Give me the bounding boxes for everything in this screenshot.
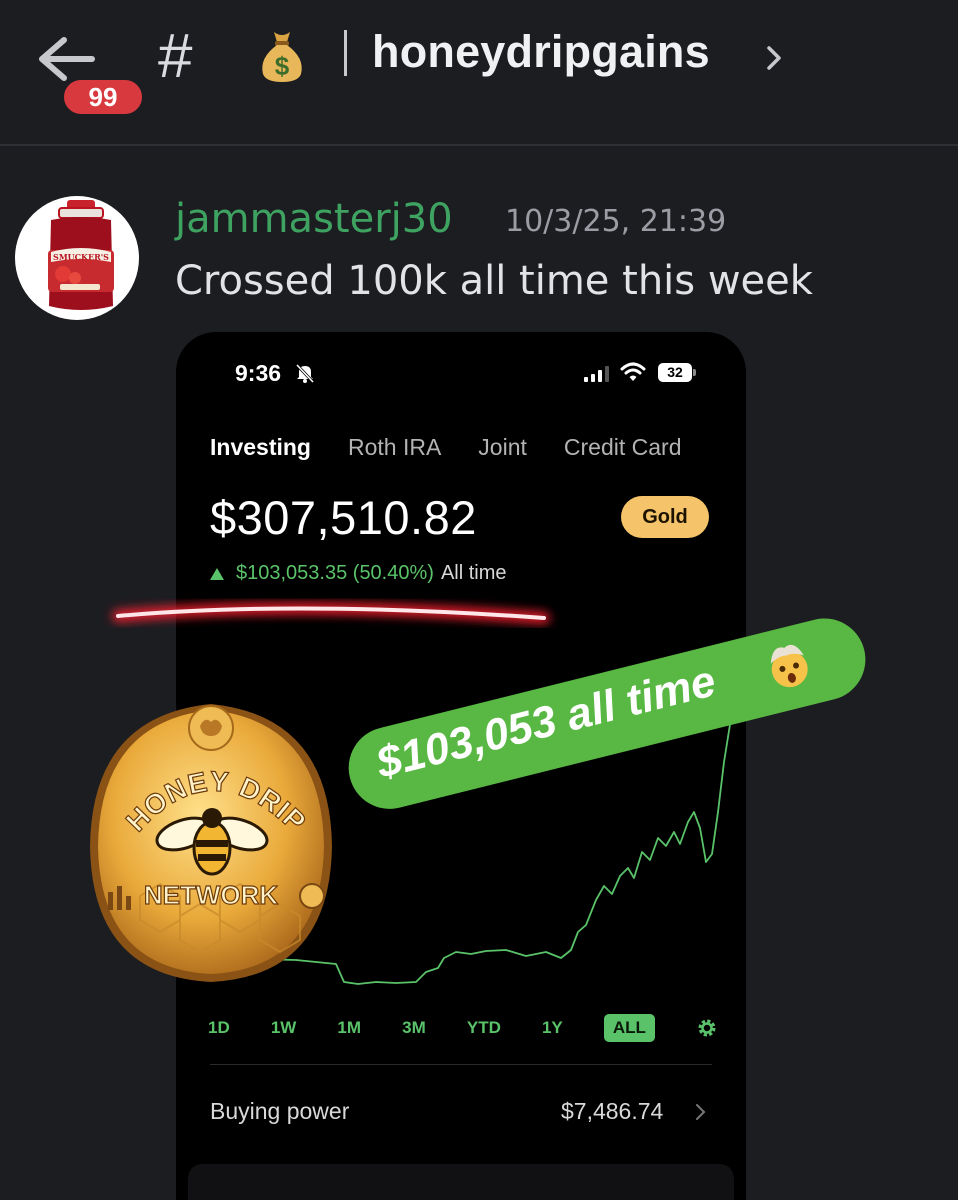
range-3m[interactable]: 3M bbox=[402, 1014, 426, 1042]
range-ytd[interactable]: YTD bbox=[467, 1014, 501, 1042]
logo-bottom-text: NETWORK bbox=[144, 880, 279, 910]
up-triangle-icon bbox=[210, 567, 224, 580]
range-1d[interactable]: 1D bbox=[208, 1014, 230, 1042]
wifi-icon bbox=[620, 362, 646, 381]
range-1w[interactable]: 1W bbox=[271, 1014, 297, 1042]
money-bag-icon: $ bbox=[262, 32, 302, 82]
portfolio-balance: $307,510.82 bbox=[210, 491, 477, 544]
status-time: 9:36 bbox=[235, 360, 282, 386]
channel-separator bbox=[344, 30, 347, 76]
ball-icon bbox=[299, 883, 325, 909]
red-underline-annotation bbox=[112, 602, 550, 624]
bottom-card bbox=[188, 1164, 734, 1200]
time-range-selector: 1D 1W 1M 3M YTD 1Y ALL bbox=[208, 1014, 718, 1042]
exploding-head-emoji-icon bbox=[770, 644, 808, 688]
bell-off-icon bbox=[295, 363, 315, 384]
svg-text:$: $ bbox=[275, 51, 290, 81]
svg-text:SMUCKER'S: SMUCKER'S bbox=[53, 252, 109, 262]
avatar[interactable]: SMUCKER'S bbox=[15, 196, 139, 320]
channel-header: 99 # $ honeydripgains bbox=[0, 0, 958, 146]
honey-drip-network-logo: HONEY DRIP NETWORK bbox=[90, 704, 332, 982]
tab-joint[interactable]: Joint bbox=[478, 434, 527, 461]
battery-icon: 32 bbox=[658, 363, 696, 382]
jam-jar-avatar-icon: SMUCKER'S bbox=[48, 200, 114, 310]
tab-investing[interactable]: Investing bbox=[210, 434, 311, 461]
gain-range-label: All time bbox=[440, 562, 507, 584]
buying-power-value: $7,486.74 bbox=[561, 1098, 664, 1124]
gain-value: $103,053.35 (50.40%) bbox=[236, 562, 434, 584]
tab-roth-ira[interactable]: Roth IRA bbox=[348, 434, 441, 461]
message-text: Crossed 100k all time this week bbox=[175, 258, 813, 304]
signal-icon bbox=[584, 366, 609, 382]
range-1y[interactable]: 1Y bbox=[542, 1014, 563, 1042]
chevron-right-icon[interactable] bbox=[694, 1100, 708, 1124]
gold-badge[interactable]: Gold bbox=[621, 496, 709, 538]
chevron-right-icon[interactable] bbox=[764, 40, 786, 76]
account-tabs: Investing Roth IRA Joint Credit Card bbox=[210, 434, 719, 461]
range-1m[interactable]: 1M bbox=[337, 1014, 361, 1042]
gear-icon[interactable] bbox=[696, 1017, 718, 1039]
tab-credit-card[interactable]: Credit Card bbox=[564, 434, 682, 461]
channel-hash-icon: # bbox=[158, 22, 193, 91]
buying-power-label[interactable]: Buying power bbox=[210, 1098, 349, 1125]
range-all[interactable]: ALL bbox=[603, 1014, 655, 1042]
message-author[interactable]: jammasterj30 bbox=[175, 196, 453, 242]
unread-badge: 99 bbox=[60, 76, 146, 118]
channel-name[interactable]: honeydripgains bbox=[372, 26, 710, 78]
all-time-gain: $103,053.35 (50.40%) All time bbox=[210, 562, 507, 585]
divider bbox=[210, 1064, 712, 1065]
message-timestamp: 10/3/25, 21:39 bbox=[505, 204, 727, 239]
